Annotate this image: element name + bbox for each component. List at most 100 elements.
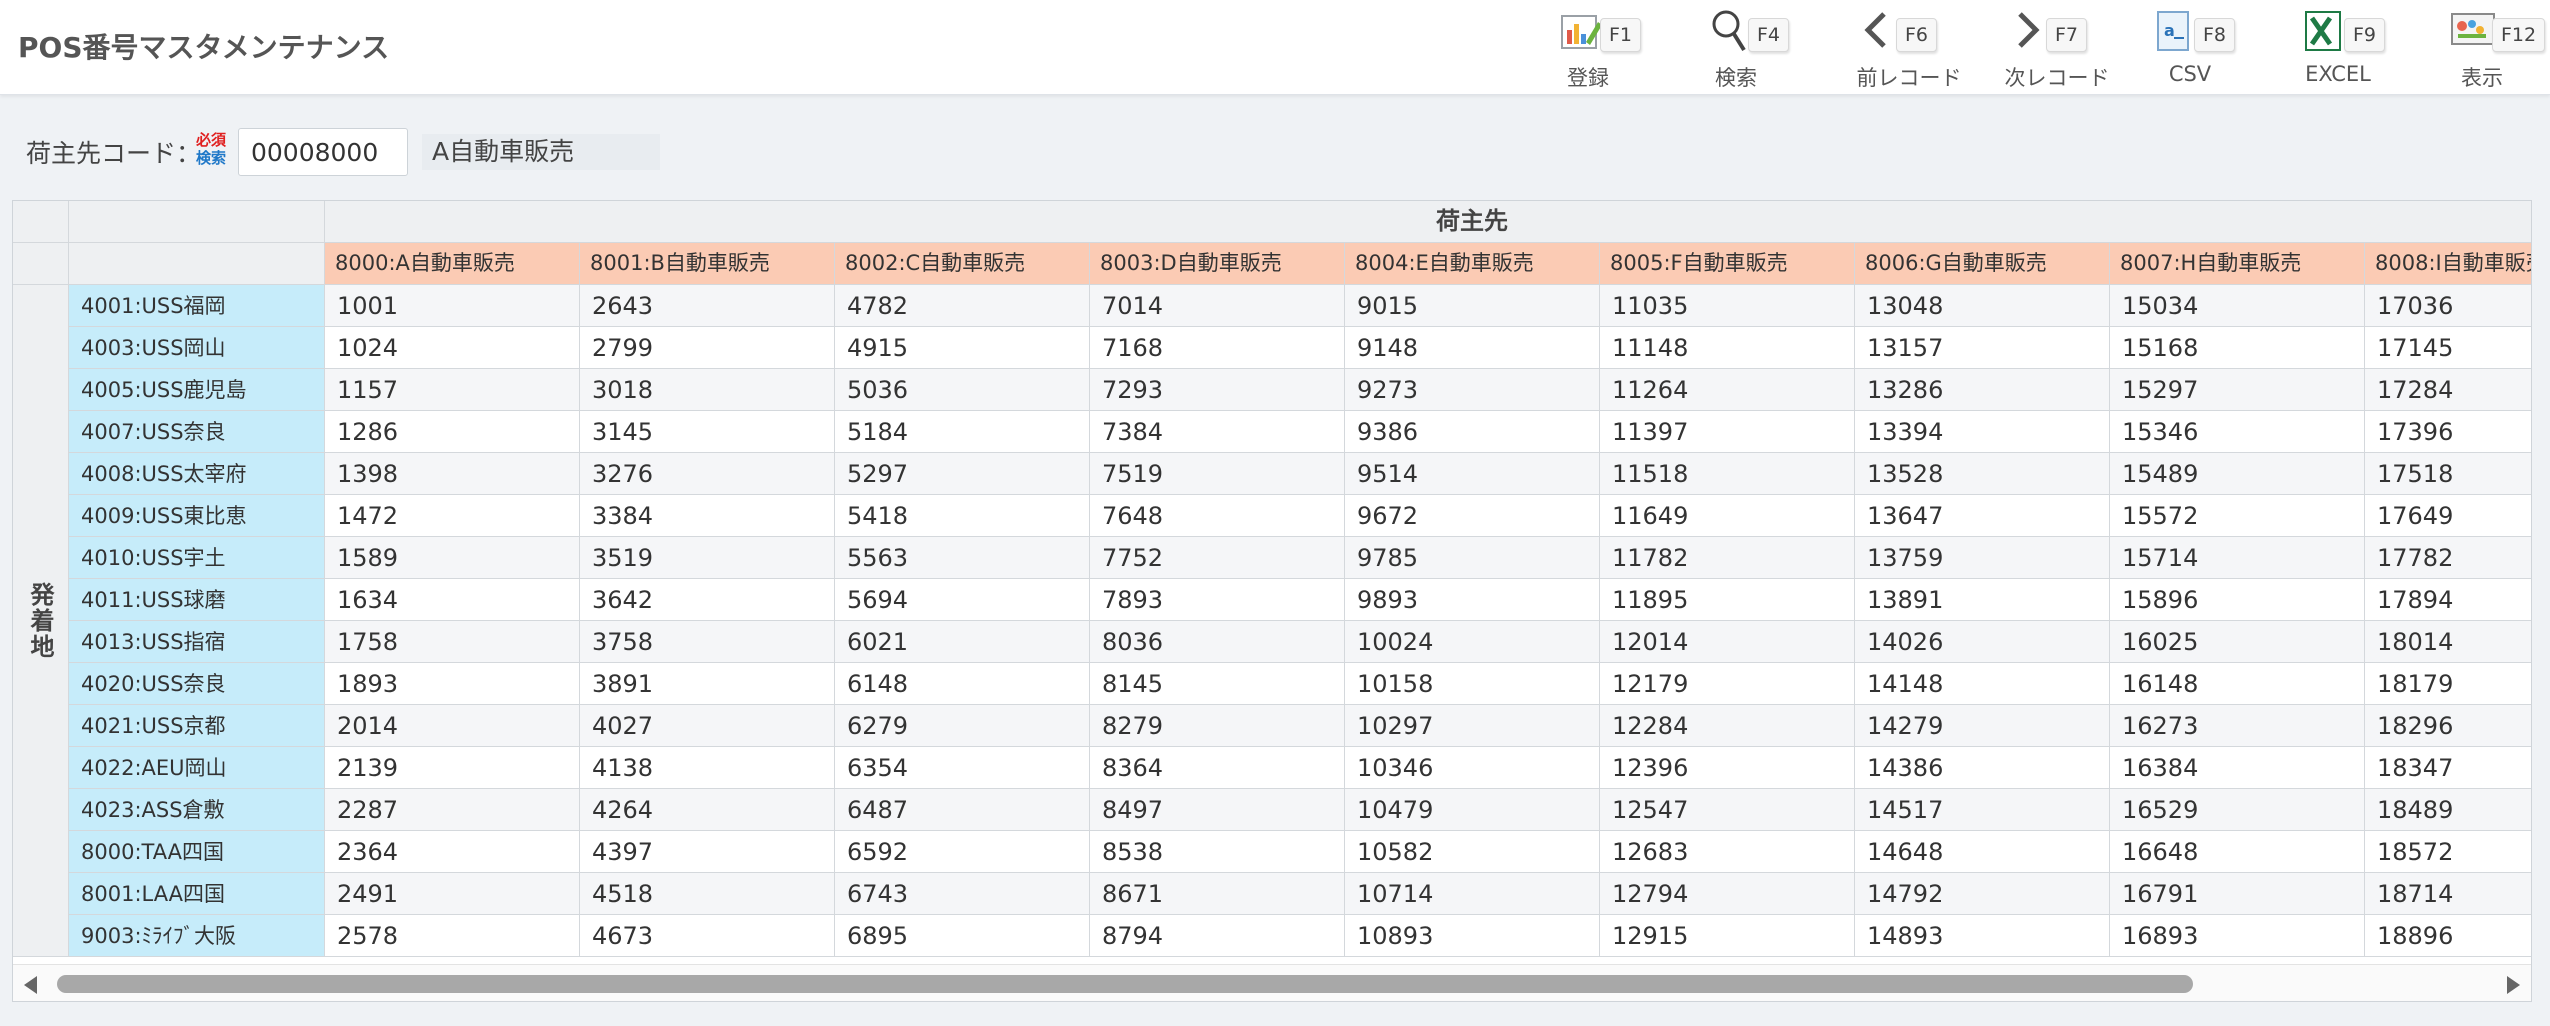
- row-header[interactable]: 4021:USS京都: [69, 705, 325, 747]
- row-header[interactable]: 4005:USS鹿児島: [69, 369, 325, 411]
- grid-cell[interactable]: 13528: [1855, 453, 2110, 495]
- grid-cell[interactable]: 5418: [835, 495, 1090, 537]
- grid-cell[interactable]: 7384: [1090, 411, 1345, 453]
- column-header[interactable]: 8006:G自動車販売: [1855, 243, 2110, 285]
- grid-cell[interactable]: 17782: [2365, 537, 2531, 579]
- row-header[interactable]: 4020:USS奈良: [69, 663, 325, 705]
- row-header[interactable]: 4010:USS宇土: [69, 537, 325, 579]
- grid-cell[interactable]: 6743: [835, 873, 1090, 915]
- grid-cell[interactable]: 14026: [1855, 621, 2110, 663]
- horizontal-scrollbar[interactable]: [13, 964, 2531, 1001]
- grid-cell[interactable]: 9672: [1345, 495, 1600, 537]
- grid-cell[interactable]: 5694: [835, 579, 1090, 621]
- grid-cell[interactable]: 14648: [1855, 831, 2110, 873]
- column-header[interactable]: 8008:I自動車販売: [2365, 243, 2531, 285]
- row-header[interactable]: 4013:USS指宿: [69, 621, 325, 663]
- grid-cell[interactable]: 18179: [2365, 663, 2531, 705]
- scroll-left-icon[interactable]: [13, 965, 49, 1001]
- row-header[interactable]: 8001:LAA四国: [69, 873, 325, 915]
- grid-cell[interactable]: 6592: [835, 831, 1090, 873]
- grid-cell[interactable]: 15346: [2110, 411, 2365, 453]
- grid-cell[interactable]: 1472: [325, 495, 580, 537]
- grid-cell[interactable]: 16648: [2110, 831, 2365, 873]
- grid-cell[interactable]: 9514: [1345, 453, 1600, 495]
- grid-cell[interactable]: 16893: [2110, 915, 2365, 957]
- grid-cell[interactable]: 13891: [1855, 579, 2110, 621]
- row-header[interactable]: 4009:USS東比恵: [69, 495, 325, 537]
- grid-cell[interactable]: 4027: [580, 705, 835, 747]
- grid-cell[interactable]: 1286: [325, 411, 580, 453]
- grid-cell[interactable]: 7014: [1090, 285, 1345, 327]
- grid-cell[interactable]: 11148: [1600, 327, 1855, 369]
- grid-cell[interactable]: 4518: [580, 873, 835, 915]
- grid-cell[interactable]: 10479: [1345, 789, 1600, 831]
- row-header[interactable]: 4007:USS奈良: [69, 411, 325, 453]
- grid-cell[interactable]: 9148: [1345, 327, 1600, 369]
- grid-cell[interactable]: 7752: [1090, 537, 1345, 579]
- grid-cell[interactable]: 12915: [1600, 915, 1855, 957]
- grid-cell[interactable]: 18572: [2365, 831, 2531, 873]
- grid-cell[interactable]: 9273: [1345, 369, 1600, 411]
- grid-cell[interactable]: 4915: [835, 327, 1090, 369]
- grid-cell[interactable]: 1157: [325, 369, 580, 411]
- grid-cell[interactable]: 7648: [1090, 495, 1345, 537]
- grid-cell[interactable]: 11518: [1600, 453, 1855, 495]
- grid-cell[interactable]: 15297: [2110, 369, 2365, 411]
- csv-button[interactable]: a F8 CSV: [2142, 6, 2282, 90]
- grid-cell[interactable]: 2014: [325, 705, 580, 747]
- grid-cell[interactable]: 4782: [835, 285, 1090, 327]
- grid-cell[interactable]: 17518: [2365, 453, 2531, 495]
- grid-cell[interactable]: 8279: [1090, 705, 1345, 747]
- grid-cell[interactable]: 3384: [580, 495, 835, 537]
- grid-cell[interactable]: 15168: [2110, 327, 2365, 369]
- grid-cell[interactable]: 5036: [835, 369, 1090, 411]
- grid-cell[interactable]: 3276: [580, 453, 835, 495]
- grid-cell[interactable]: 1758: [325, 621, 580, 663]
- row-header[interactable]: 4011:USS球磨: [69, 579, 325, 621]
- grid-cell[interactable]: 15714: [2110, 537, 2365, 579]
- grid-cell[interactable]: 4397: [580, 831, 835, 873]
- grid-cell[interactable]: 16273: [2110, 705, 2365, 747]
- scroll-right-icon[interactable]: [2495, 965, 2531, 1001]
- grid-cell[interactable]: 6354: [835, 747, 1090, 789]
- grid-cell[interactable]: 10158: [1345, 663, 1600, 705]
- grid-cell[interactable]: 3891: [580, 663, 835, 705]
- row-header[interactable]: 4022:AEU岡山: [69, 747, 325, 789]
- grid-cell[interactable]: 12014: [1600, 621, 1855, 663]
- column-header[interactable]: 8005:F自動車販売: [1600, 243, 1855, 285]
- grid-cell[interactable]: 11035: [1600, 285, 1855, 327]
- grid-cell[interactable]: 10297: [1345, 705, 1600, 747]
- grid-cell[interactable]: 3642: [580, 579, 835, 621]
- row-header[interactable]: 4001:USS福岡: [69, 285, 325, 327]
- grid-cell[interactable]: 13759: [1855, 537, 2110, 579]
- grid-cell[interactable]: 17145: [2365, 327, 2531, 369]
- grid-cell[interactable]: 8538: [1090, 831, 1345, 873]
- grid-cell[interactable]: 8364: [1090, 747, 1345, 789]
- search-button[interactable]: F4 検索: [1696, 6, 1836, 90]
- grid-cell[interactable]: 14893: [1855, 915, 2110, 957]
- grid-cell[interactable]: 16148: [2110, 663, 2365, 705]
- grid-cell[interactable]: 14386: [1855, 747, 2110, 789]
- grid-cell[interactable]: 13157: [1855, 327, 2110, 369]
- search-link[interactable]: 検索: [196, 149, 236, 167]
- grid-cell[interactable]: 1893: [325, 663, 580, 705]
- grid-cell[interactable]: 3145: [580, 411, 835, 453]
- grid-cell[interactable]: 18347: [2365, 747, 2531, 789]
- next-record-button[interactable]: F7 次レコード: [1994, 6, 2134, 90]
- grid-cell[interactable]: 10714: [1345, 873, 1600, 915]
- grid-cell[interactable]: 12683: [1600, 831, 1855, 873]
- grid-cell[interactable]: 3018: [580, 369, 835, 411]
- grid-cell[interactable]: 10024: [1345, 621, 1600, 663]
- grid-cell[interactable]: 2643: [580, 285, 835, 327]
- grid-cell[interactable]: 16025: [2110, 621, 2365, 663]
- column-header[interactable]: 8002:C自動車販売: [835, 243, 1090, 285]
- grid-cell[interactable]: 6279: [835, 705, 1090, 747]
- grid-cell[interactable]: 7293: [1090, 369, 1345, 411]
- grid-cell[interactable]: 9785: [1345, 537, 1600, 579]
- grid-cell[interactable]: 12794: [1600, 873, 1855, 915]
- row-header[interactable]: 8000:TAA四国: [69, 831, 325, 873]
- grid-cell[interactable]: 9386: [1345, 411, 1600, 453]
- grid-cell[interactable]: 3519: [580, 537, 835, 579]
- column-header[interactable]: 8000:A自動車販売: [325, 243, 580, 285]
- grid-cell[interactable]: 18489: [2365, 789, 2531, 831]
